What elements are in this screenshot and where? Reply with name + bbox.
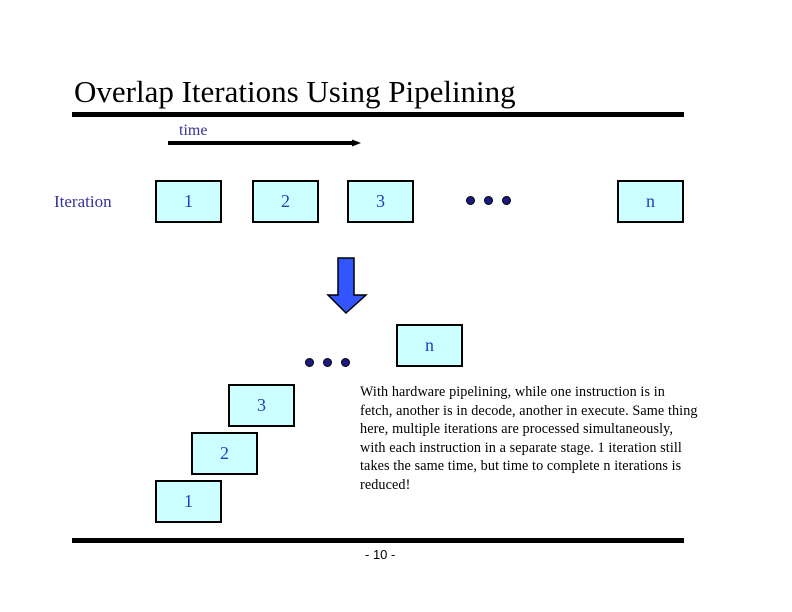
- iteration-label: Iteration: [54, 192, 112, 211]
- sequential-iteration-box-3: 3: [347, 180, 414, 223]
- ellipsis-dot: [341, 358, 350, 367]
- page-number: - 10 -: [365, 547, 396, 562]
- pipelined-iteration-box-2: 2: [191, 432, 258, 475]
- description-text: With hardware pipelining, while one inst…: [360, 384, 698, 493]
- sequential-iteration-box-n: n: [617, 180, 684, 223]
- sequential-iteration-box-2: 2: [252, 180, 319, 223]
- ellipsis-dot: [305, 358, 314, 367]
- pipelined-iteration-box-n: n: [396, 324, 463, 367]
- time-arrow: [168, 139, 361, 147]
- ellipsis-dot: [466, 196, 475, 205]
- ellipsis-dot: [484, 196, 493, 205]
- sequential-iteration-box-1: 1: [155, 180, 222, 223]
- ellipsis-dot: [502, 196, 511, 205]
- diagram-arrows: [168, 139, 368, 315]
- pipelined-iteration-box-1: 1: [155, 480, 222, 523]
- down-arrow-icon: [326, 257, 368, 315]
- pipelined-iteration-box-3: 3: [228, 384, 295, 427]
- ellipsis-dot: [323, 358, 332, 367]
- footer-rule: [72, 538, 684, 543]
